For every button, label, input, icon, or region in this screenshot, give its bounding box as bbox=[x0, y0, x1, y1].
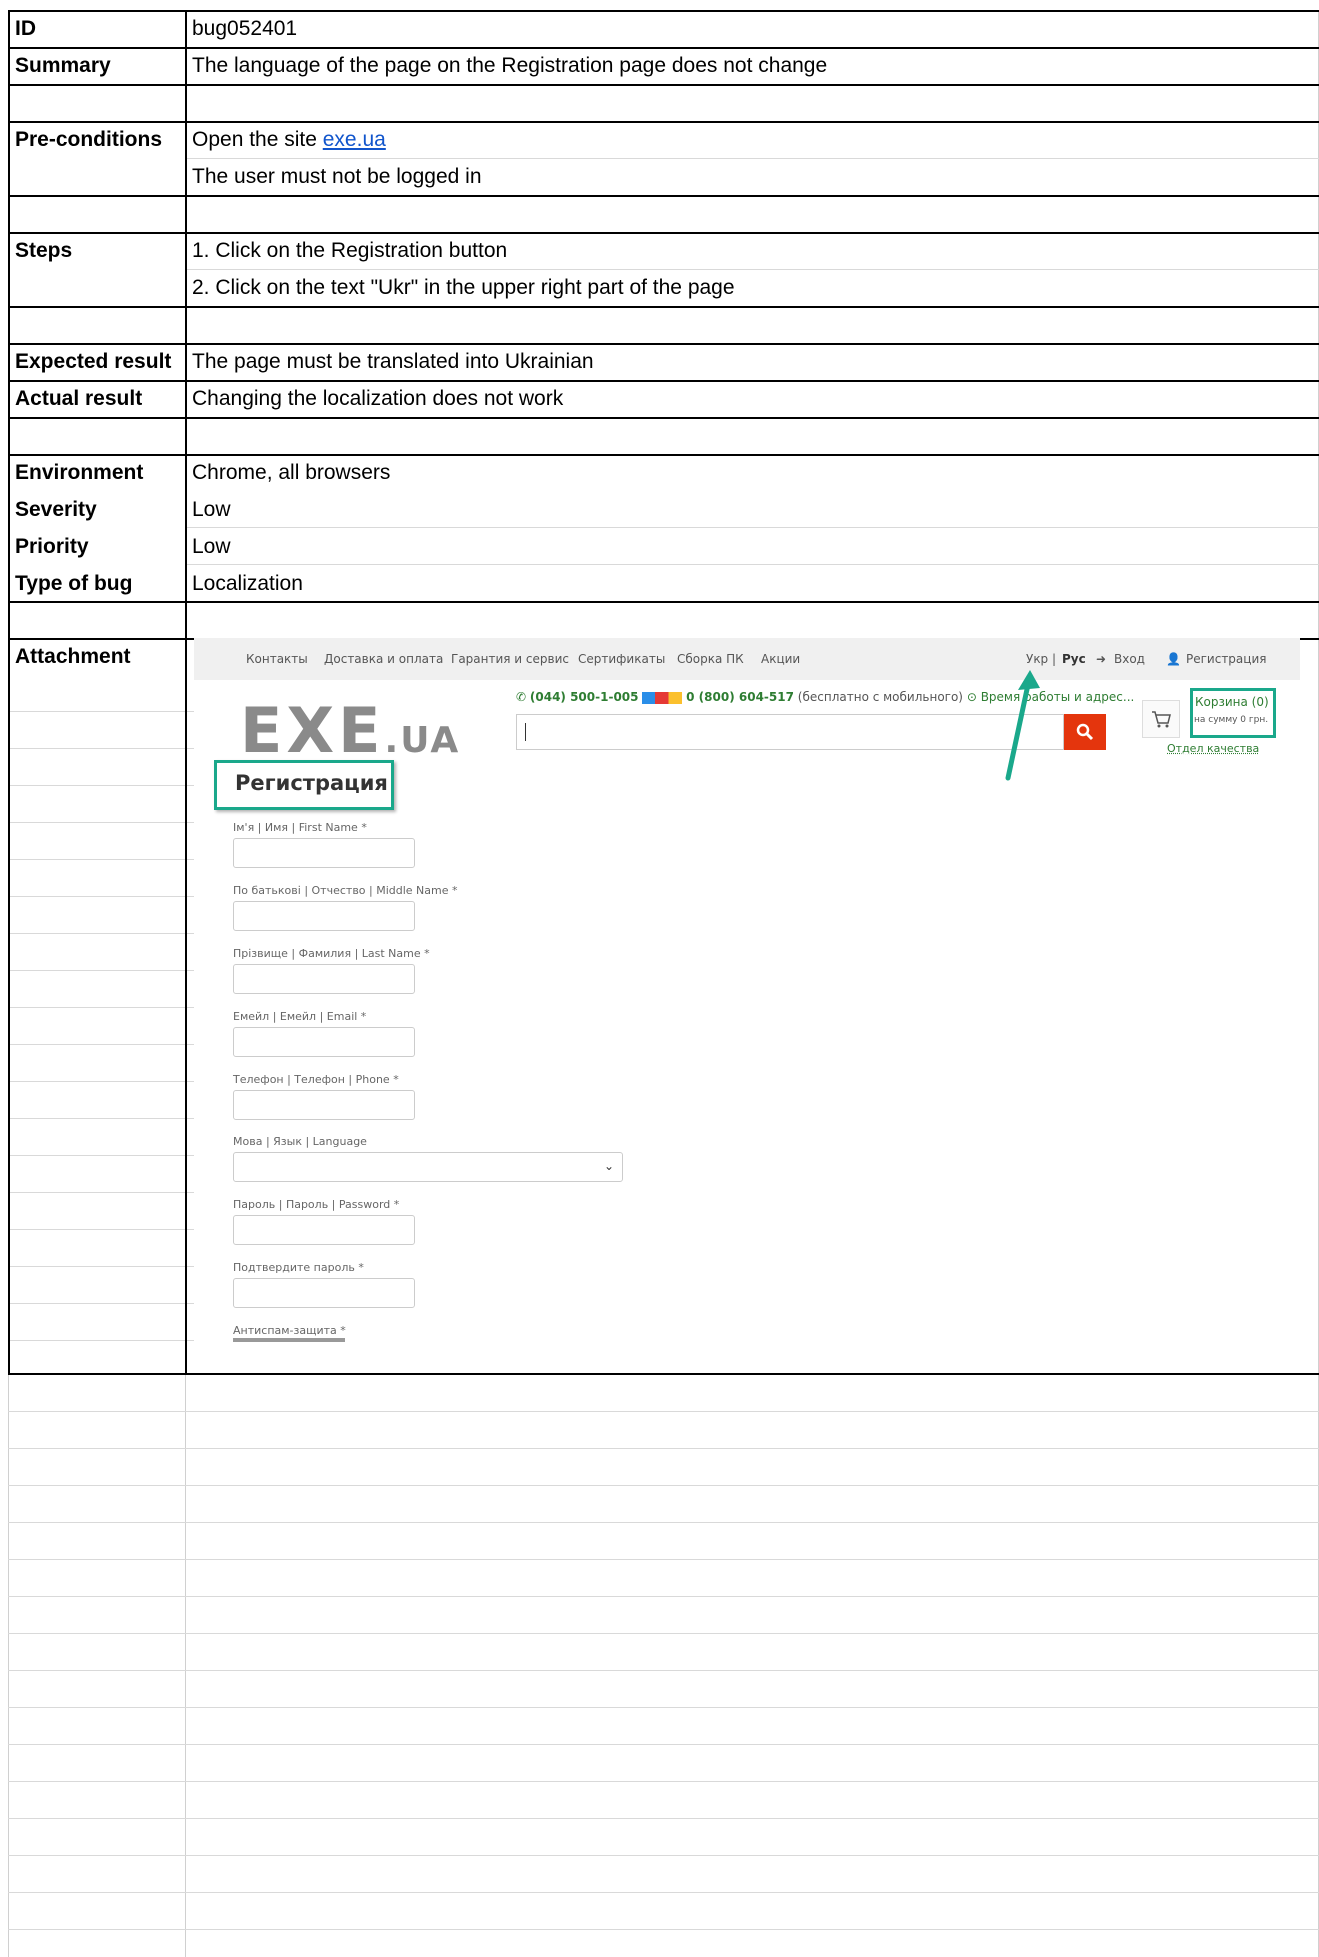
precondition-text: Open the site bbox=[192, 128, 323, 151]
grid-line bbox=[8, 1007, 194, 1008]
grid-line bbox=[8, 748, 194, 749]
grid-line bbox=[8, 1044, 194, 1045]
grid-line bbox=[8, 1596, 1319, 1597]
grid-line bbox=[8, 1744, 1319, 1745]
row-label-priority: Priority bbox=[15, 535, 89, 558]
row-border bbox=[8, 195, 1319, 197]
grid-line bbox=[8, 859, 194, 860]
grid-line bbox=[8, 1192, 194, 1193]
grid-line bbox=[8, 711, 194, 712]
grid-line bbox=[8, 822, 194, 823]
row-label-steps: Steps bbox=[15, 239, 73, 262]
grid-line bbox=[8, 1707, 1319, 1708]
grid-line bbox=[8, 1448, 1319, 1449]
grid-line bbox=[8, 1522, 1319, 1523]
grid-line bbox=[8, 1633, 1319, 1634]
row-value-preconditions-1[interactable]: Open the site exe.ua bbox=[192, 122, 386, 158]
row-label-actual: Actual result bbox=[15, 387, 143, 410]
row-value-preconditions-2[interactable]: The user must not be logged in bbox=[192, 159, 482, 195]
grid-line bbox=[8, 1340, 194, 1341]
grid-line bbox=[8, 1229, 194, 1230]
row-border bbox=[8, 1373, 1319, 1375]
grid-line bbox=[8, 896, 194, 897]
grid-line bbox=[8, 1118, 194, 1119]
grid-line bbox=[8, 1303, 194, 1304]
row-label-type: Type of bug bbox=[15, 572, 133, 595]
row-label-environment: Environment bbox=[15, 461, 144, 484]
row-label-summary: Summary bbox=[15, 54, 111, 77]
row-value-actual[interactable]: Changing the localization does not work bbox=[192, 381, 563, 417]
grid-line bbox=[8, 1081, 194, 1082]
row-label-preconditions: Pre-conditions bbox=[15, 128, 163, 151]
grid-line bbox=[186, 527, 1319, 528]
annotation-arrow-icon bbox=[1005, 670, 1040, 781]
grid-line bbox=[8, 1266, 194, 1267]
site-link[interactable]: exe.ua bbox=[323, 128, 386, 151]
grid-line bbox=[8, 1818, 1319, 1819]
row-value-step-2[interactable]: 2. Click on the text "Ukr" in the upper … bbox=[192, 270, 735, 306]
row-value-type[interactable]: Localization bbox=[192, 566, 303, 602]
row-value-environment[interactable]: Chrome, all browsers bbox=[192, 455, 390, 491]
attachment-screenshot[interactable]: Контакты Доставка и оплата Гарантия и се… bbox=[194, 638, 1300, 1342]
grid-line bbox=[8, 1485, 1319, 1486]
column-border bbox=[8, 10, 10, 1375]
row-label-expected: Expected result bbox=[15, 350, 172, 373]
grid-line bbox=[8, 1781, 1319, 1782]
grid-line bbox=[8, 1559, 1319, 1560]
grid-line bbox=[8, 933, 194, 934]
row-label-attachment: Attachment bbox=[15, 645, 131, 668]
row-label-id: ID bbox=[15, 17, 36, 40]
row-border bbox=[8, 417, 1319, 419]
row-value-step-1[interactable]: 1. Click on the Registration button bbox=[192, 233, 507, 269]
row-value-expected[interactable]: The page must be translated into Ukraini… bbox=[192, 344, 594, 380]
grid-line bbox=[8, 1411, 1319, 1412]
grid-line bbox=[8, 785, 194, 786]
grid-line bbox=[8, 1855, 1319, 1856]
row-value-priority[interactable]: Low bbox=[192, 529, 231, 565]
row-value-severity[interactable]: Low bbox=[192, 492, 231, 528]
grid-line bbox=[8, 1929, 1319, 1930]
grid-line bbox=[8, 1155, 194, 1156]
column-border bbox=[185, 10, 187, 1375]
row-value-summary[interactable]: The language of the page on the Registra… bbox=[192, 48, 827, 84]
grid-line bbox=[8, 1892, 1319, 1893]
grid-line bbox=[8, 970, 194, 971]
grid-line bbox=[186, 564, 1319, 565]
grid-line bbox=[8, 1670, 1319, 1671]
row-label-severity: Severity bbox=[15, 498, 97, 521]
row-border bbox=[8, 306, 1319, 308]
row-value-id[interactable]: bug052401 bbox=[192, 11, 297, 47]
row-border bbox=[8, 84, 1319, 86]
